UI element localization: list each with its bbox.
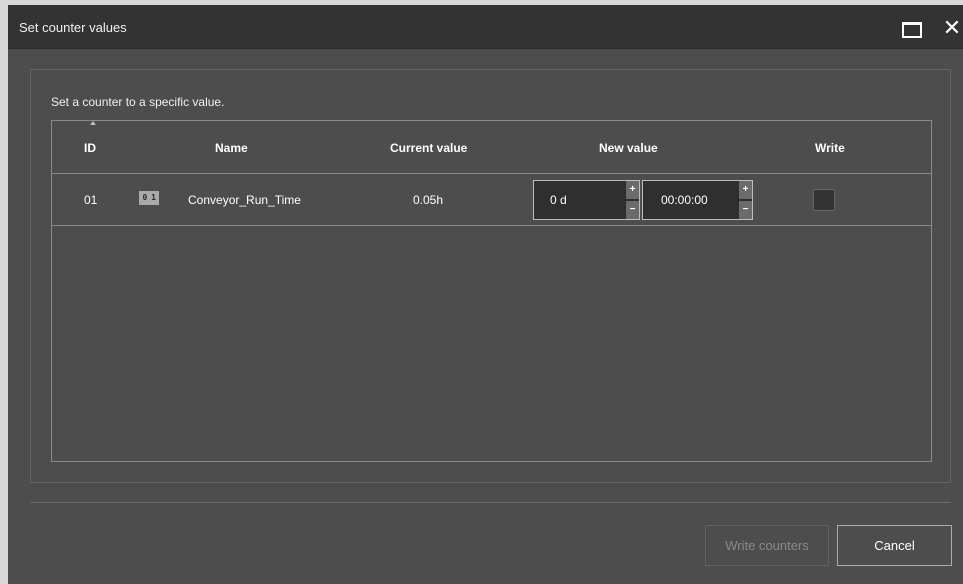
time-increment-button[interactable]: +	[739, 181, 752, 199]
dialog-title: Set counter values	[19, 20, 127, 35]
write-counters-button[interactable]: Write counters	[705, 525, 829, 566]
counter-table: ID Name Current value New value Write 01…	[51, 120, 932, 462]
time-spin-buttons: + −	[739, 181, 752, 219]
close-icon[interactable]: ✕	[942, 16, 962, 40]
column-header-current-value[interactable]: Current value	[390, 141, 467, 155]
write-checkbox[interactable]	[813, 189, 835, 211]
time-value[interactable]: 00:00:00	[661, 193, 708, 207]
panel-description: Set a counter to a specific value.	[51, 95, 225, 109]
footer-divider	[30, 502, 951, 503]
counter-icon: 0 1	[139, 191, 159, 205]
title-bar[interactable]: Set counter values ✕	[8, 5, 963, 49]
days-increment-button[interactable]: +	[626, 181, 639, 199]
row-current-value: 0.05h	[413, 193, 444, 207]
days-decrement-button[interactable]: −	[626, 201, 639, 219]
column-header-id[interactable]: ID	[84, 141, 96, 155]
counter-panel: Set a counter to a specific value. ID Na…	[30, 69, 951, 483]
days-value[interactable]: 0 d	[550, 193, 567, 207]
column-header-write[interactable]: Write	[815, 141, 845, 155]
days-spin-buttons: + −	[626, 181, 639, 219]
maximize-icon[interactable]	[902, 22, 922, 38]
new-value-days-spinbox[interactable]: 0 d + −	[533, 180, 640, 220]
row-id: 01	[84, 193, 98, 207]
table-row[interactable]: 01 0 1 Conveyor_Run_Time 0.05h 0 d + − 0…	[52, 174, 931, 226]
table-header: ID Name Current value New value Write	[52, 121, 931, 174]
new-value-time-spinbox[interactable]: 00:00:00 + −	[642, 180, 753, 220]
cancel-button[interactable]: Cancel	[837, 525, 952, 566]
column-header-new-value[interactable]: New value	[599, 141, 658, 155]
sort-ascending-icon	[90, 121, 96, 125]
set-counter-values-dialog: Set counter values ✕ Set a counter to a …	[8, 5, 963, 584]
time-decrement-button[interactable]: −	[739, 201, 752, 219]
row-name: Conveyor_Run_Time	[188, 193, 301, 207]
column-header-name[interactable]: Name	[215, 141, 248, 155]
